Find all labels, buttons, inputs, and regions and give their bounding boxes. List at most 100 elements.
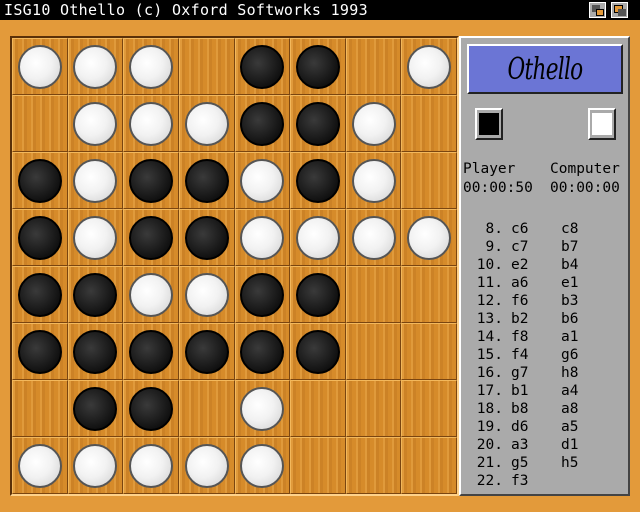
move-number: 8. bbox=[485, 221, 503, 237]
black-disc bbox=[17, 329, 62, 374]
depth-gadget-back-icon[interactable] bbox=[589, 2, 606, 18]
board-cell-h3[interactable] bbox=[401, 152, 457, 209]
board-cell-e8[interactable] bbox=[234, 437, 291, 494]
computer-move: a5 bbox=[561, 419, 579, 435]
black-disc bbox=[295, 158, 340, 203]
board-cell-f3[interactable] bbox=[290, 152, 346, 209]
board-cell-f2[interactable] bbox=[290, 95, 346, 152]
board-cell-a1[interactable] bbox=[12, 38, 68, 95]
board-cell-e1[interactable] bbox=[234, 38, 291, 95]
board-cell-h8[interactable] bbox=[401, 437, 457, 494]
player-move: b2 bbox=[511, 311, 529, 327]
board-cell-d6[interactable] bbox=[178, 323, 235, 380]
black-disc bbox=[295, 329, 340, 374]
board-cell-b3[interactable] bbox=[67, 152, 124, 209]
board-cell-g6[interactable] bbox=[345, 323, 402, 380]
white-disc bbox=[73, 215, 118, 260]
black-disc bbox=[184, 215, 229, 260]
board-cell-a7[interactable] bbox=[12, 380, 68, 437]
player-move: c6 bbox=[511, 221, 529, 237]
board-cell-c8[interactable] bbox=[123, 437, 179, 494]
board-cell-e7[interactable] bbox=[234, 380, 291, 437]
move-number: 9. bbox=[485, 239, 503, 255]
board-cell-b2[interactable] bbox=[67, 95, 124, 152]
board-cell-d5[interactable] bbox=[178, 266, 235, 323]
board-cell-c1[interactable] bbox=[123, 38, 179, 95]
move-row: 22. f3 bbox=[461, 472, 631, 490]
board-cell-f6[interactable] bbox=[290, 323, 346, 380]
board-cell-b4[interactable] bbox=[67, 209, 124, 266]
board-cell-f4[interactable] bbox=[290, 209, 346, 266]
board-cell-h2[interactable] bbox=[401, 95, 457, 152]
board-cell-d2[interactable] bbox=[178, 95, 235, 152]
board-cell-f8[interactable] bbox=[290, 437, 346, 494]
board-cell-a8[interactable] bbox=[12, 437, 68, 494]
othello-board[interactable] bbox=[10, 36, 459, 496]
board-cell-a4[interactable] bbox=[12, 209, 68, 266]
board-cell-h6[interactable] bbox=[401, 323, 457, 380]
board-cell-d8[interactable] bbox=[178, 437, 235, 494]
board-cell-e5[interactable] bbox=[234, 266, 291, 323]
board-cell-d3[interactable] bbox=[178, 152, 235, 209]
white-disc bbox=[129, 101, 174, 146]
board-cell-h1[interactable] bbox=[401, 38, 457, 95]
board-cell-g3[interactable] bbox=[345, 152, 402, 209]
board-cell-c4[interactable] bbox=[123, 209, 179, 266]
white-disc bbox=[17, 44, 62, 89]
board-cell-a3[interactable] bbox=[12, 152, 68, 209]
board-cell-b1[interactable] bbox=[67, 38, 124, 95]
computer-move: h8 bbox=[561, 365, 579, 381]
player-move: f3 bbox=[511, 473, 529, 489]
board-cell-h5[interactable] bbox=[401, 266, 457, 323]
board-cell-f7[interactable] bbox=[290, 380, 346, 437]
board-cell-f1[interactable] bbox=[290, 38, 346, 95]
board-cell-c3[interactable] bbox=[123, 152, 179, 209]
black-disc bbox=[240, 272, 285, 317]
board-cell-f5[interactable] bbox=[290, 266, 346, 323]
title-bar[interactable]: ISG10 Othello (c) Oxford Softworks 1993 bbox=[0, 0, 640, 20]
board-cell-b5[interactable] bbox=[67, 266, 124, 323]
computer-move: b4 bbox=[561, 257, 579, 273]
player-color-swatch[interactable] bbox=[475, 108, 503, 140]
board-cell-b7[interactable] bbox=[67, 380, 124, 437]
board-cell-b6[interactable] bbox=[67, 323, 124, 380]
black-disc bbox=[73, 329, 118, 374]
white-disc bbox=[351, 215, 396, 260]
move-number: 16. bbox=[476, 365, 503, 381]
board-cell-d4[interactable] bbox=[178, 209, 235, 266]
black-disc bbox=[129, 158, 174, 203]
board-cell-a6[interactable] bbox=[12, 323, 68, 380]
computer-color-swatch[interactable] bbox=[588, 108, 616, 140]
board-cell-g8[interactable] bbox=[345, 437, 402, 494]
move-number: 14. bbox=[476, 329, 503, 345]
board-cell-d7[interactable] bbox=[178, 380, 235, 437]
move-number: 22. bbox=[476, 473, 503, 489]
board-cell-e3[interactable] bbox=[234, 152, 291, 209]
board-cell-e4[interactable] bbox=[234, 209, 291, 266]
board-cell-g7[interactable] bbox=[345, 380, 402, 437]
black-disc bbox=[17, 158, 62, 203]
white-disc bbox=[184, 272, 229, 317]
board-cell-g5[interactable] bbox=[345, 266, 402, 323]
board-cell-a5[interactable] bbox=[12, 266, 68, 323]
board-cell-h7[interactable] bbox=[401, 380, 457, 437]
computer-timer: 00:00:00 bbox=[550, 180, 620, 196]
computer-move: a8 bbox=[561, 401, 579, 417]
board-cell-e6[interactable] bbox=[234, 323, 291, 380]
board-cell-g1[interactable] bbox=[345, 38, 402, 95]
board-cell-h4[interactable] bbox=[401, 209, 457, 266]
board-cell-a2[interactable] bbox=[12, 95, 68, 152]
board-cell-c7[interactable] bbox=[123, 380, 179, 437]
depth-gadget-front-icon[interactable] bbox=[611, 2, 628, 18]
board-cell-g4[interactable] bbox=[345, 209, 402, 266]
board-cell-c2[interactable] bbox=[123, 95, 179, 152]
board-cell-g2[interactable] bbox=[345, 95, 402, 152]
board-cell-d1[interactable] bbox=[178, 38, 235, 95]
board-cell-c6[interactable] bbox=[123, 323, 179, 380]
board-cell-c5[interactable] bbox=[123, 266, 179, 323]
board-cell-e2[interactable] bbox=[234, 95, 291, 152]
board-cell-b8[interactable] bbox=[67, 437, 124, 494]
black-disc bbox=[295, 272, 340, 317]
white-disc bbox=[129, 44, 174, 89]
white-disc bbox=[240, 443, 285, 488]
